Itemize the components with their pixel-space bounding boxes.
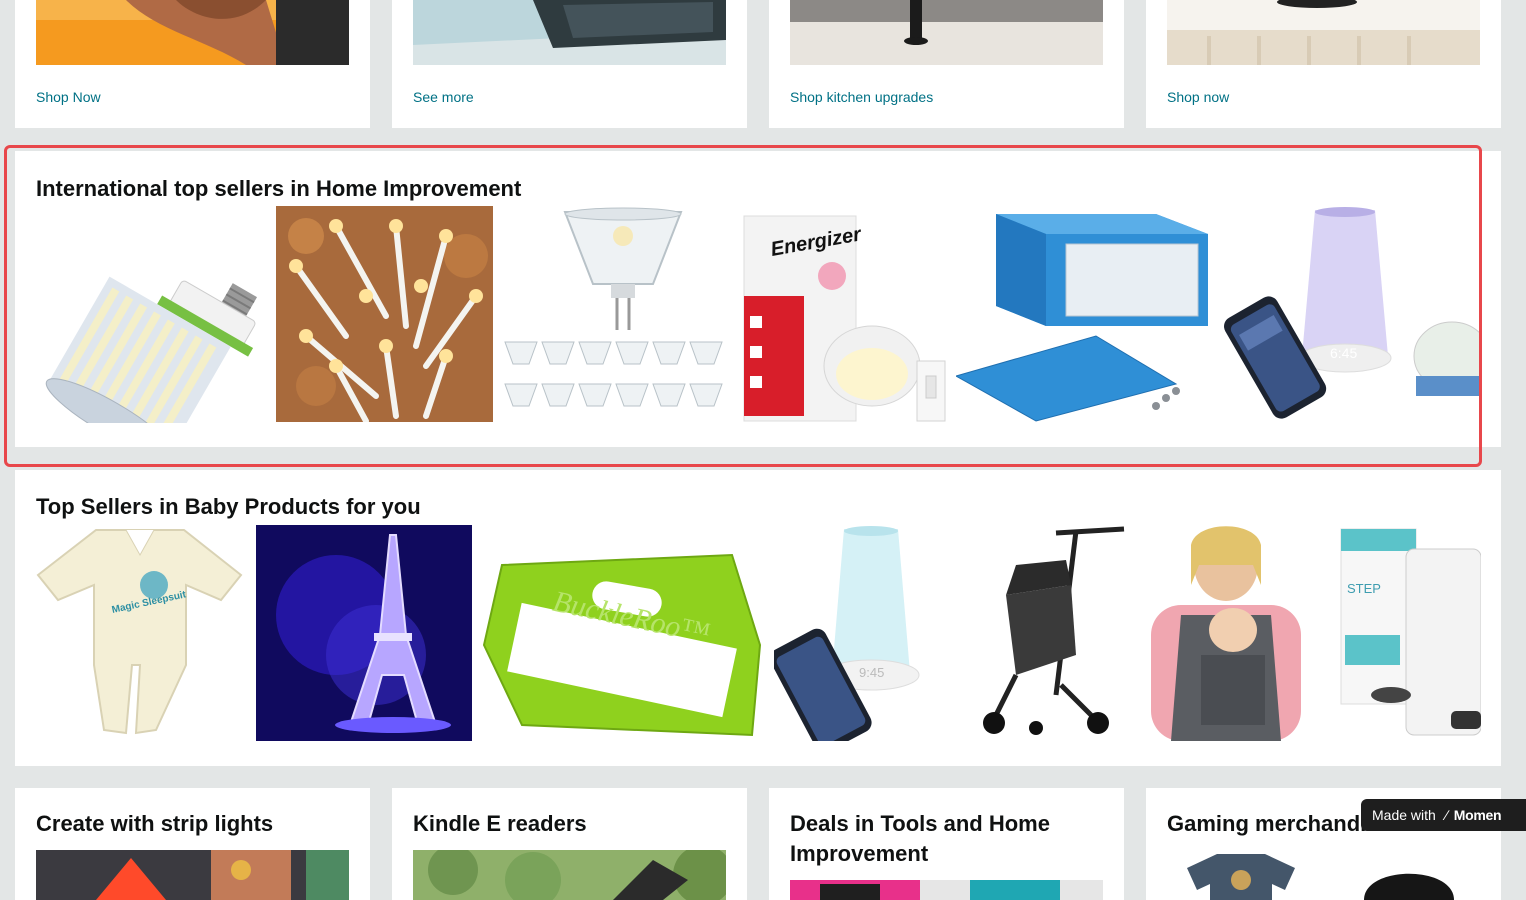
product-hatch-rest-light[interactable]: 9:45 bbox=[774, 525, 966, 741]
strip-lights-card-image[interactable] bbox=[36, 850, 349, 900]
product-buckleroo-buckle-guard[interactable]: BuckleRoo™ bbox=[482, 525, 764, 741]
product-corn-led-bulb[interactable] bbox=[36, 207, 268, 423]
product-compact-stroller[interactable] bbox=[976, 525, 1126, 741]
shop-now-link-2[interactable]: Shop now bbox=[1167, 89, 1229, 105]
product-string-lights[interactable] bbox=[276, 206, 493, 422]
top-card-1-image[interactable] bbox=[36, 0, 349, 65]
top-card-1: Shop Now bbox=[15, 0, 370, 128]
scrollbar-track[interactable] bbox=[1502, 0, 1526, 900]
intl-top-sellers-card: International top sellers in Home Improv… bbox=[15, 151, 1501, 447]
top-card-2-image[interactable] bbox=[413, 0, 726, 65]
shop-kitchen-upgrades-link[interactable]: Shop kitchen upgrades bbox=[790, 89, 933, 105]
gaming-card-title: Gaming merchandise bbox=[1167, 811, 1391, 836]
product-diaper-pail[interactable]: STEP bbox=[1321, 525, 1481, 741]
top-card-3-image[interactable] bbox=[790, 0, 1103, 65]
product-sleep-suit[interactable]: Magic Sleepsuit bbox=[36, 525, 244, 741]
baby-top-sellers-card: Top Sellers in Baby Products for you Mag… bbox=[15, 470, 1501, 766]
svg-text:6:45: 6:45 bbox=[1330, 345, 1357, 361]
tools-deals-card-title: Deals in Tools and Home Improvement bbox=[790, 811, 1050, 866]
top-card-4-image[interactable] bbox=[1167, 0, 1480, 65]
svg-text:9:45: 9:45 bbox=[859, 665, 884, 680]
top-card-2: See more bbox=[392, 0, 747, 128]
made-with-brand: Momen bbox=[1453, 807, 1502, 823]
top-card-4: Shop now bbox=[1146, 0, 1501, 128]
made-with-prefix: Made with bbox=[1372, 807, 1436, 823]
product-baby-carrier[interactable] bbox=[1141, 525, 1311, 741]
product-energizer-puck-light[interactable]: Energizer bbox=[742, 206, 947, 422]
product-sunrise-alarm-light[interactable]: 6:45 bbox=[1220, 206, 1480, 422]
tools-deals-card-image[interactable] bbox=[790, 880, 1103, 900]
kindle-card-title: Kindle E readers bbox=[413, 811, 587, 836]
gaming-cap-image[interactable] bbox=[1339, 850, 1479, 900]
see-more-link[interactable]: See more bbox=[413, 89, 474, 105]
momen-logo-icon: ∕ bbox=[1445, 807, 1448, 823]
intl-top-sellers-title: International top sellers in Home Improv… bbox=[36, 176, 522, 201]
kindle-card-image[interactable] bbox=[413, 850, 726, 900]
product-mr16-bulb-pack[interactable] bbox=[503, 206, 733, 422]
product-eiffel-tower-night-light[interactable] bbox=[256, 525, 472, 741]
kindle-card: Kindle E readers bbox=[392, 788, 747, 900]
tools-deals-card: Deals in Tools and Home Improvement bbox=[769, 788, 1124, 900]
strip-lights-card: Create with strip lights bbox=[15, 788, 370, 900]
gaming-tshirt-image[interactable] bbox=[1167, 850, 1315, 900]
strip-lights-card-title: Create with strip lights bbox=[36, 811, 274, 836]
product-blue-project-enclosure[interactable] bbox=[956, 206, 1210, 422]
made-with-badge[interactable]: Made with ∕ Momen bbox=[1361, 799, 1526, 831]
shop-now-link[interactable]: Shop Now bbox=[36, 89, 101, 105]
baby-top-sellers-title: Top Sellers in Baby Products for you bbox=[36, 494, 421, 519]
top-card-3: Shop kitchen upgrades bbox=[769, 0, 1124, 128]
pail-box-text: STEP bbox=[1347, 581, 1381, 596]
